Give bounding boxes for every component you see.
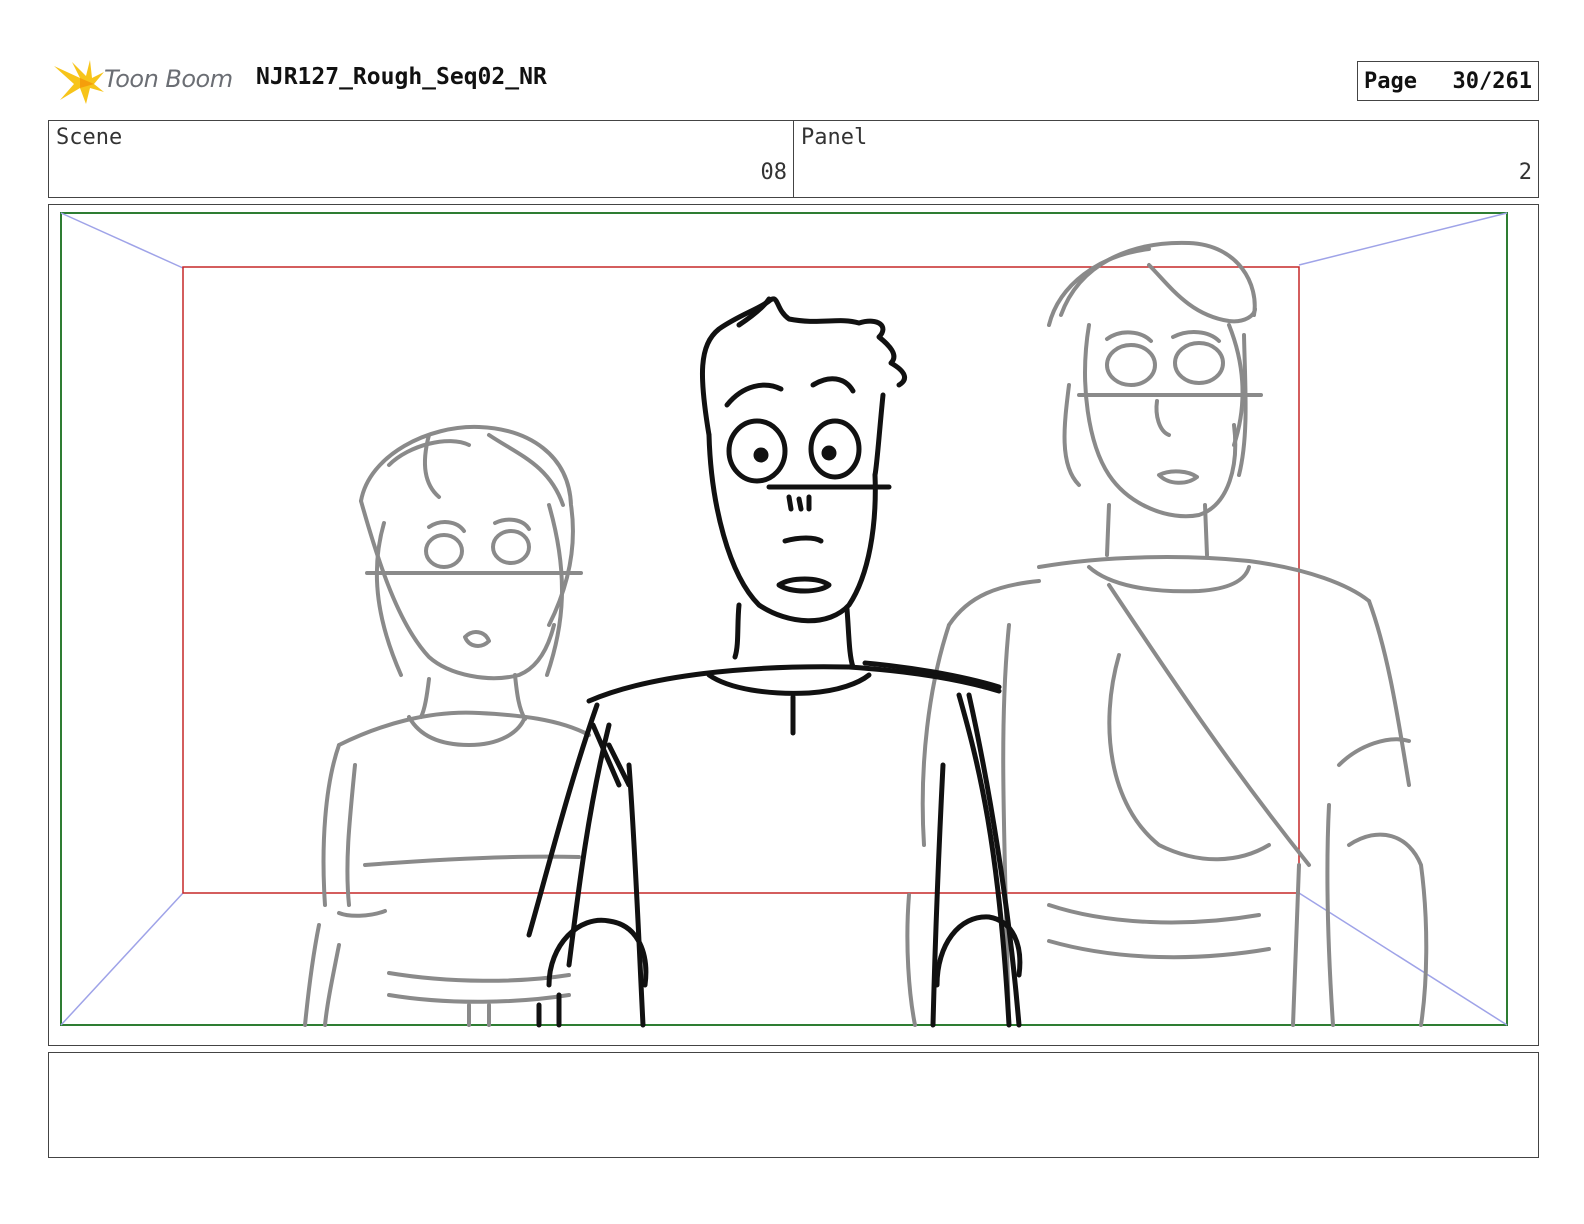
storyboard-frame	[48, 204, 1539, 1046]
left-character-sketch	[303, 424, 591, 1027]
scene-panel-row: Scene 08 Panel 2	[48, 120, 1539, 198]
page-number: 30/261	[1452, 68, 1532, 94]
page-label: Page	[1364, 68, 1417, 94]
storyboard-drawing	[60, 212, 1508, 1028]
panel-cell: Panel 2	[793, 121, 1538, 197]
dialogue-notes-box	[48, 1052, 1539, 1158]
logo-wordmark: Toon Boom	[104, 65, 233, 93]
center-character-sketch	[526, 296, 1023, 1028]
scene-value: 08	[760, 160, 788, 185]
starburst-icon	[54, 60, 104, 104]
panel-label: Panel	[801, 125, 868, 150]
scene-cell: Scene 08	[49, 121, 793, 197]
page-indicator: Page 30/261	[1357, 61, 1539, 101]
project-title: NJR127_Rough_Seq02_NR	[256, 64, 547, 90]
toon-boom-logo: Toon Boom	[50, 56, 240, 106]
scene-label: Scene	[56, 125, 123, 150]
panel-value: 2	[1518, 160, 1532, 185]
right-character-sketch	[905, 240, 1429, 1027]
